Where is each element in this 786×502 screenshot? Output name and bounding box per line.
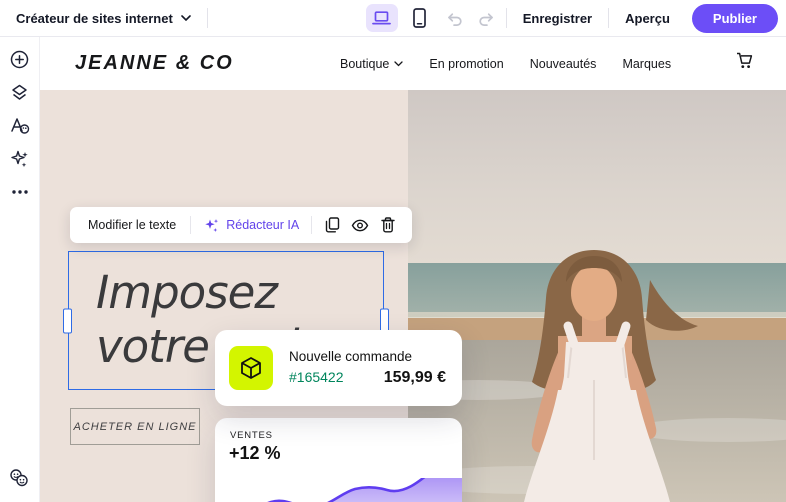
duplicate-button[interactable] — [318, 211, 346, 239]
redo-button[interactable] — [474, 5, 500, 31]
order-amount: 159,99 € — [383, 369, 446, 386]
cart-icon — [737, 52, 753, 68]
toolbar-divider — [190, 216, 192, 234]
nav-item-en-promotion[interactable]: En promotion — [429, 57, 503, 71]
editor-window: Créateur de sites internet Enregistrer A… — [0, 0, 786, 502]
nav-item-marques[interactable]: Marques — [622, 57, 671, 71]
nav-item-nouveautes[interactable]: Nouveautés — [530, 57, 597, 71]
element-toolbar: Modifier le texte Rédacteur IA — [70, 207, 413, 243]
save-button[interactable]: Enregistrer — [513, 11, 602, 26]
order-title: Nouvelle commande — [289, 349, 413, 364]
topbar-actions: Enregistrer Aperçu Publier — [365, 3, 786, 33]
order-card-text: Nouvelle commande #165422 159,99 € — [289, 349, 446, 387]
ai-sparkles-icon — [10, 150, 28, 167]
add-element-button[interactable] — [3, 43, 37, 76]
site-design-button[interactable] — [3, 109, 37, 142]
beach-photo-illustration — [388, 90, 786, 502]
desktop-icon — [372, 10, 392, 24]
site-logo[interactable]: JEANNE & CO — [75, 52, 234, 75]
undo-button[interactable] — [442, 5, 468, 31]
trash-icon — [381, 217, 395, 233]
order-id: #165422 — [289, 369, 344, 385]
topbar-divider — [505, 8, 507, 28]
edit-text-button[interactable]: Modifier le texte — [80, 218, 184, 232]
ai-writer-label: Rédacteur IA — [226, 218, 300, 232]
site-nav: Boutique En promotion Nouveautés Marques — [340, 37, 671, 90]
layers-button[interactable] — [3, 76, 37, 109]
more-icon — [11, 189, 28, 194]
mobile-view-button[interactable] — [404, 4, 436, 32]
topbar-divider — [608, 8, 610, 28]
sparkles-icon — [205, 218, 219, 232]
hero-photo — [388, 90, 786, 502]
redo-icon — [479, 12, 494, 26]
topbar-divider — [206, 8, 208, 28]
package-icon-badge — [229, 346, 273, 390]
site-canvas: JEANNE & CO Boutique En promotion Nouvea… — [40, 37, 786, 502]
chevron-down-icon — [180, 15, 191, 21]
visibility-button[interactable] — [346, 211, 374, 239]
preview-button[interactable]: Aperçu — [615, 11, 680, 26]
feedback-button[interactable] — [3, 461, 37, 494]
sales-value: +12 % — [229, 443, 281, 463]
toolbar-divider — [311, 216, 313, 234]
left-toolbar — [0, 37, 40, 502]
publish-button[interactable]: Publier — [691, 3, 778, 33]
shop-online-button[interactable]: ACHETER EN LIGNE — [70, 408, 200, 445]
site-header: JEANNE & CO Boutique En promotion Nouvea… — [40, 37, 786, 90]
mobile-icon — [413, 8, 427, 28]
package-icon — [241, 357, 261, 379]
delete-button[interactable] — [374, 211, 402, 239]
sales-label: VENTES — [230, 430, 273, 441]
cart-button[interactable] — [736, 52, 754, 74]
desktop-view-button[interactable] — [365, 4, 398, 32]
sales-sparkline-chart — [267, 478, 462, 502]
undo-icon — [448, 12, 462, 26]
layers-icon — [12, 84, 27, 100]
topbar: Créateur de sites internet Enregistrer A… — [0, 0, 786, 37]
add-icon — [10, 50, 29, 69]
app-menu-button[interactable]: Créateur de sites internet — [0, 0, 207, 36]
design-icon — [10, 117, 29, 134]
resize-handle-left[interactable] — [63, 308, 72, 333]
ai-writer-button[interactable]: Rédacteur IA — [197, 217, 305, 234]
ai-tools-button[interactable] — [3, 142, 37, 175]
eye-icon — [351, 219, 369, 231]
chevron-down-icon — [394, 60, 404, 66]
order-notification-card[interactable]: Nouvelle commande #165422 159,99 € — [215, 330, 462, 406]
app-menu-label: Créateur de sites internet — [16, 10, 173, 26]
duplicate-icon — [325, 217, 339, 233]
nav-item-boutique[interactable]: Boutique — [340, 57, 404, 71]
more-tools-button[interactable] — [3, 175, 37, 208]
feedback-icon — [10, 468, 28, 486]
sales-stats-card[interactable]: VENTES +12 % — [215, 418, 462, 502]
